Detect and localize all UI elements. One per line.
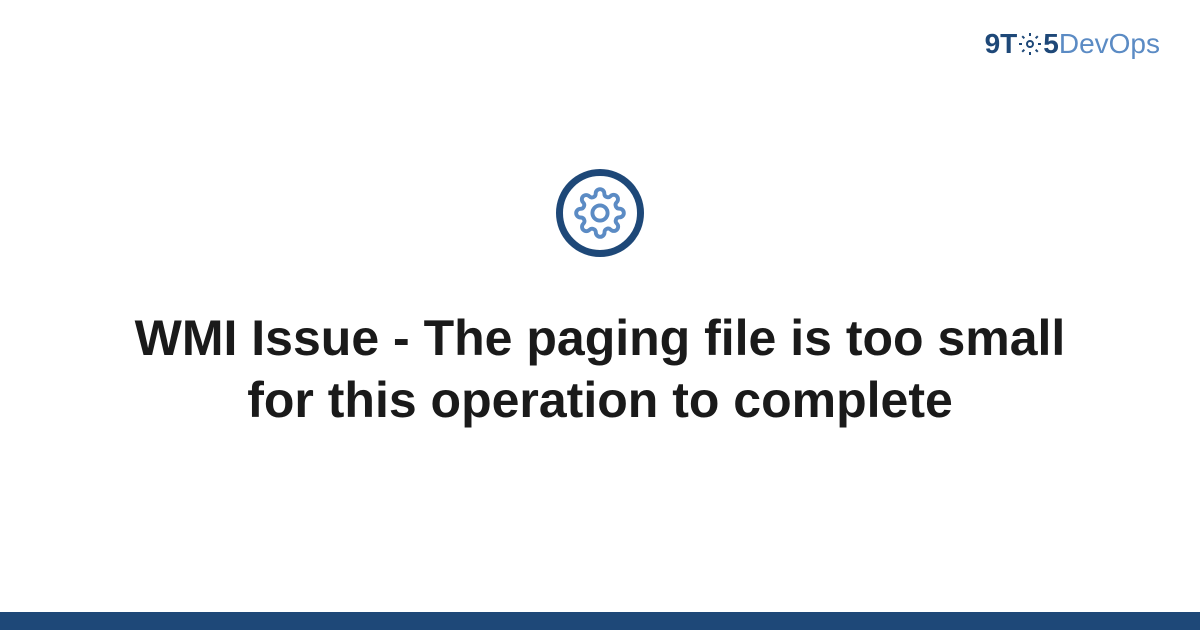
footer-accent-bar <box>0 612 1200 630</box>
page-title: WMI Issue - The paging file is too small… <box>120 307 1080 432</box>
gear-circle-icon <box>556 169 644 257</box>
main-content: WMI Issue - The paging file is too small… <box>0 0 1200 630</box>
